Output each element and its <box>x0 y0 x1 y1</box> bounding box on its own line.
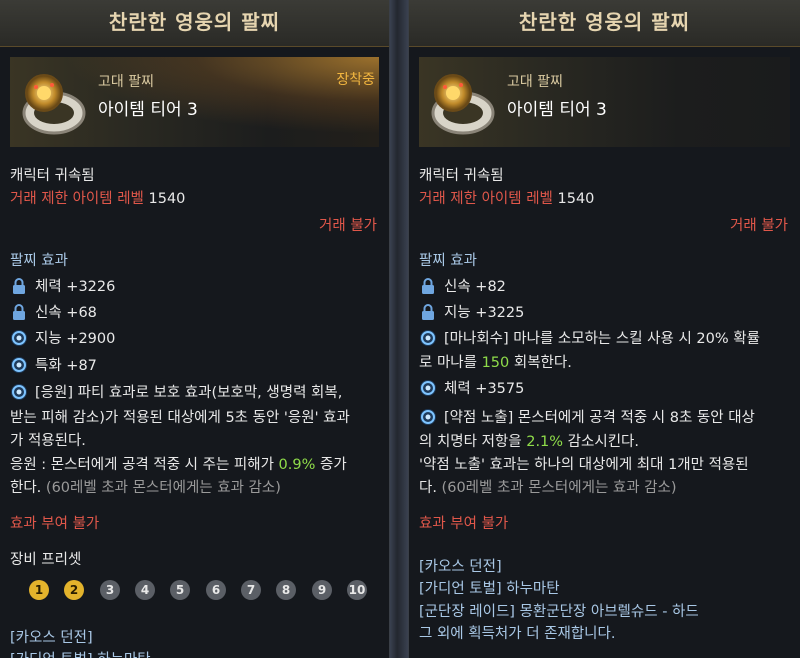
item-header: 고대 팔찌 아이템 티어 3 장착중 <box>10 57 379 147</box>
item-tier: 아이템 티어 3 <box>98 100 198 120</box>
equipped-badge: 장착중 <box>336 72 375 88</box>
effect-header: 팔찌 효과 <box>419 253 477 269</box>
preset-4[interactable]: 4 <box>135 580 155 600</box>
weak-text: 감소시킨다. <box>563 434 639 450</box>
weak-effect-line: '약점 노출' 효과는 하나의 대상에게 최대 1개만 적용된 <box>419 457 749 473</box>
swirl-icon <box>420 379 436 396</box>
stat-row: 지능 +3225 <box>419 301 524 322</box>
stat-text: 지능 +3225 <box>444 305 525 321</box>
preset-5[interactable]: 5 <box>170 580 190 600</box>
weak-effect-line: 의 치명타 저항을 2.1% 감소시킨다. <box>419 430 639 451</box>
source-line: [가디언 토벌] 하누마탄 <box>419 581 560 597</box>
stat-row: 체력 +3226 <box>10 275 115 296</box>
weak-effect-line: [약점 노출] 몬스터에게 공격 적중 시 8초 동안 대상 <box>444 410 755 426</box>
special-effect-row: [응원] 파티 효과로 보호 효과(보호막, 생명력 회복, <box>10 381 342 402</box>
stat-row: 특화 +87 <box>10 354 97 375</box>
tooltip-panel-right: 찬란한 영웅의 팔찌 고대 팔찌 아이템 티어 3 캐릭터 귀속됨 거래 제한 … <box>408 0 800 658</box>
source-line: [카오스 던전] <box>10 630 93 646</box>
panel-divider <box>390 0 408 658</box>
preset-7[interactable]: 7 <box>241 580 261 600</box>
effect-header: 팔찌 효과 <box>10 253 68 269</box>
trade-level: 거래 제한 아이템 레벨 1540 <box>10 187 185 208</box>
special-effect-line: 받는 피해 감소)가 적용된 대상에게 5초 동안 '응원' 효과 <box>10 410 350 426</box>
stat-text: 신속 +68 <box>35 305 97 321</box>
special-effect-line: 가 적용된다. <box>10 433 86 449</box>
trade-level-value: 1540 <box>557 191 595 207</box>
mana-text: 회복한다. <box>509 355 572 371</box>
bracelet-icon <box>22 74 86 135</box>
lock-icon <box>422 303 434 320</box>
stat-row: 지능 +2900 <box>10 327 115 348</box>
bound-status: 캐릭터 귀속됨 <box>10 168 95 184</box>
lock-icon <box>13 303 25 320</box>
mana-effect-line: [마나회수] 마나를 소모하는 스킬 사용 시 20% 확률 <box>444 331 760 347</box>
cheer-note: (60레벨 초과 몬스터에게는 효과 감소) <box>41 480 281 496</box>
special-effect-line: [응원] 파티 효과로 보호 효과(보호막, 생명력 회복, <box>35 385 343 401</box>
item-header: 고대 팔찌 아이템 티어 3 <box>419 57 790 147</box>
bound-status: 캐릭터 귀속됨 <box>419 168 504 184</box>
source-line: 그 외에 획득처가 더 존재합니다. <box>419 626 616 642</box>
source-line: [군단장 레이드] 몽환군단장 아브렐슈드 - 하드 <box>419 604 699 620</box>
preset-6[interactable]: 6 <box>206 580 226 600</box>
trade-status: 거래 불가 <box>730 218 788 234</box>
bracelet-icon <box>431 74 495 135</box>
swirl-icon <box>420 329 436 346</box>
stat-row: 신속 +82 <box>419 275 506 296</box>
stat-text: 지능 +2900 <box>35 331 116 347</box>
cheer-text: 증가 <box>315 457 347 473</box>
cheer-line: 응원 : 몬스터에게 공격 적중 시 주는 피해가 0.9% 증가 <box>10 453 347 474</box>
trade-level: 거래 제한 아이템 레벨 1540 <box>419 187 594 208</box>
preset-2[interactable]: 2 <box>64 580 84 600</box>
trade-level-value: 1540 <box>148 191 186 207</box>
cheer-text: 응원 : 몬스터에게 공격 적중 시 주는 피해가 <box>10 457 279 473</box>
source-line: [가디언 토벌] 하누마탄 <box>10 648 151 658</box>
item-grade: 고대 팔찌 <box>98 74 154 90</box>
cheer-percent: 0.9% <box>278 457 316 473</box>
preset-8[interactable]: 8 <box>276 580 296 600</box>
stat-row: 신속 +68 <box>10 301 97 322</box>
preset-3[interactable]: 3 <box>100 580 120 600</box>
stat-text: 체력 +3575 <box>444 381 525 397</box>
mana-value: 150 <box>481 355 510 371</box>
weak-text: 의 치명타 저항을 <box>419 434 527 450</box>
swirl-icon <box>420 408 436 425</box>
trade-level-label: 거래 제한 아이템 레벨 <box>419 191 553 207</box>
tooltip-panel-left: 찬란한 영웅의 팔찌 고대 팔찌 아이템 티어 3 장착중 캐릭터 귀속됨 거래… <box>0 0 390 658</box>
cheer-line: 한다. (60레벨 초과 몬스터에게는 효과 감소) <box>10 476 281 497</box>
swirl-icon <box>11 356 27 373</box>
preset-10[interactable]: 10 <box>347 580 367 600</box>
cheer-text: 한다. <box>10 480 42 496</box>
preset-header: 장비 프리셋 <box>10 552 82 568</box>
stat-text: 신속 +82 <box>444 279 506 295</box>
weak-effect-line: 다. (60레벨 초과 몬스터에게는 효과 감소) <box>419 476 677 497</box>
swirl-icon <box>11 383 27 400</box>
grant-disabled: 효과 부여 불가 <box>10 516 100 532</box>
item-grade: 고대 팔찌 <box>507 74 563 90</box>
stat-text: 특화 +87 <box>35 358 97 374</box>
item-title: 찬란한 영웅의 팔찌 <box>0 0 389 47</box>
swirl-icon <box>11 329 27 346</box>
preset-9[interactable]: 9 <box>312 580 332 600</box>
lock-icon <box>13 277 25 294</box>
weak-text: 다. <box>419 480 437 496</box>
mana-effect-line: 로 마나를 150 회복한다. <box>419 351 572 372</box>
stat-row: 체력 +3575 <box>419 377 524 398</box>
weak-effect-row: [약점 노출] 몬스터에게 공격 적중 시 8초 동안 대상 <box>419 406 755 427</box>
grant-disabled: 효과 부여 불가 <box>419 516 509 532</box>
item-title: 찬란한 영웅의 팔찌 <box>409 0 800 47</box>
lock-icon <box>422 277 434 294</box>
item-tier: 아이템 티어 3 <box>507 100 607 120</box>
stat-text: 체력 +3226 <box>35 279 116 295</box>
weak-value: 2.1% <box>526 434 564 450</box>
weak-note: (60레벨 초과 몬스터에게는 효과 감소) <box>436 480 677 496</box>
preset-1[interactable]: 1 <box>29 580 49 600</box>
mana-text: 로 마나를 <box>419 355 482 371</box>
mana-effect-row: [마나회수] 마나를 소모하는 스킬 사용 시 20% 확률 <box>419 327 760 348</box>
source-line: [카오스 던전] <box>419 559 502 575</box>
trade-status: 거래 불가 <box>319 218 377 234</box>
trade-level-label: 거래 제한 아이템 레벨 <box>10 191 144 207</box>
